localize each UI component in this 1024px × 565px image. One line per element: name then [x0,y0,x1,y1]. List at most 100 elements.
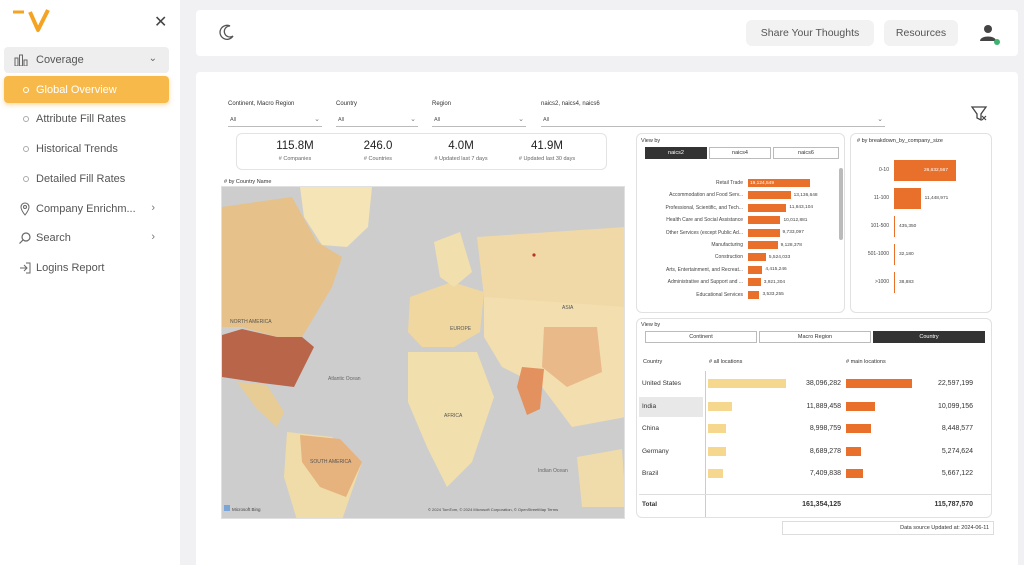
company-size-panel: # by breakdown_by_company_size 0-10 26,63… [850,133,992,313]
bar-label: Administrative and Support and ... [667,279,743,286]
sidebar-item-attribute-fill-rates[interactable]: Attribute Fill Rates [4,107,169,131]
map-attribution: © 2024 TomTom, © 2024 Microsoft Corporat… [428,507,558,512]
tab-continent[interactable]: Continent [645,331,757,343]
kpi-label: # Updated last 30 days [518,156,576,162]
total-label: Total [642,501,658,508]
sidebar-item-label: Historical Trends [36,143,118,155]
chevron-down-icon: ⌄ [148,53,157,64]
column-divider [705,371,706,517]
country-name: Brazil [642,470,659,477]
kpi-value: 41.9M [531,140,563,152]
bar [894,216,895,237]
bar-main-locations [846,469,863,478]
column-header-all-locations[interactable]: # all locations [709,359,742,365]
bar-label: Professional, Scientific, and Tech... [665,204,743,211]
tab-country[interactable]: Country [873,331,985,343]
search-icon [19,232,31,244]
country-name: India [642,402,657,410]
sidebar-item-label: Detailed Fill Rates [36,173,126,185]
tab-naics2[interactable]: naics2 [645,147,707,159]
login-icon [20,262,31,274]
sidebar-item-label: Attribute Fill Rates [36,113,126,125]
bar-label: 0-10 [878,167,889,173]
world-map[interactable]: NORTH AMERICA SOUTH AMERICA EUROPE ASIA … [221,186,625,519]
bar-value: 32,180 [899,252,914,257]
tab-naics4[interactable]: naics4 [709,147,771,159]
sidebar-item-label: Company Enrichm... [36,203,136,215]
filter-value: All [338,117,345,123]
sidebar-item-historical-trends[interactable]: Historical Trends [4,137,169,161]
bar [748,203,787,212]
bar [748,278,761,287]
map-marker [532,253,536,257]
bar [748,253,766,262]
sidebar-item-label: Search [36,232,71,244]
bar-label: 101-500 [870,223,889,229]
filter-label-naics: naics2, naics4, naics6 [541,101,600,107]
bar-value: 9,128,378 [780,242,802,248]
bar-main-locations [846,424,871,433]
bar-main-locations [846,446,862,456]
all-locations-value: 38,096,282 [805,380,841,387]
sidebar-item-global-overview[interactable]: Global Overview [4,76,169,103]
map-australia [577,449,624,507]
main-locations-value: 5,667,122 [941,470,973,477]
kpi-label: # Countries [363,156,393,162]
bar-value: 3,921,304 [763,279,786,285]
bullet-icon [23,176,29,182]
filter-country-select[interactable]: All ⌄ [336,114,418,127]
sidebar-item-detailed-fill-rates[interactable]: Detailed Fill Rates [4,167,169,191]
sidebar-item-logins-report[interactable]: Logins Report [4,256,169,280]
country-panel: View by Continent Macro Region Country C… [636,318,992,518]
filter-region-select[interactable]: All ⌄ [432,114,526,127]
bullet-icon [23,87,29,93]
main-locations-value: 10,099,156 [937,402,973,410]
map-label-africa: AFRICA [444,413,463,419]
nav-coverage-label: Coverage [36,54,84,66]
total-divider [639,494,991,495]
sidebar-item-company-enrichment[interactable]: Company Enrichm... › [4,197,169,221]
chevron-down-icon: ⌄ [877,116,883,123]
filter-continent-select[interactable]: All ⌄ [228,114,322,127]
chevron-down-icon: ⌄ [518,116,524,123]
resources-button[interactable]: Resources [884,20,958,46]
filter-naics-select[interactable]: All ⌄ [541,114,885,127]
sidebar-item-search[interactable]: Search › [4,226,169,250]
top-bar: Share Your Thoughts Resources [196,10,1018,56]
industry-panel: View by naics2 naics4 naics6 Retail Trad… [636,133,845,313]
bar-all-locations [708,446,726,456]
column-header-country[interactable]: Country [643,359,662,365]
all-locations-value: 7,409,838 [809,470,841,477]
nav-coverage[interactable]: Coverage ⌄ [4,47,169,73]
bar-value: 435,350 [899,224,917,229]
filter-label-continent: Continent, Macro Region [228,101,295,107]
bar-main-locations [846,401,876,411]
chevron-down-icon: ⌄ [314,116,320,123]
clear-filter-icon[interactable] [970,105,988,123]
kpi-value: 115.8M [276,140,314,152]
tab-naics6[interactable]: naics6 [773,147,839,159]
bar-value: 3,533,255 [762,292,784,298]
kpi-updated-30: 41.9M # Updated last 30 days [507,140,587,162]
all-locations-value: 8,689,278 [809,447,841,455]
scrollbar[interactable] [839,168,843,240]
theme-toggle-icon[interactable] [218,23,236,41]
main-locations-value: 8,448,577 [941,425,973,432]
chevron-right-icon: › [151,202,155,214]
tab-macro-region[interactable]: Macro Region [759,331,871,343]
bar-label: >1000 [874,279,889,285]
main-locations-value: 5,274,624 [941,447,973,455]
bar [748,228,780,237]
close-icon[interactable]: ✕ [154,12,167,32]
country-view-by-label: View by [641,322,661,328]
total-main-locations: 115,787,570 [934,501,973,508]
sidebar-item-label: Global Overview [36,83,117,96]
column-header-main-locations[interactable]: # main locations [846,359,886,365]
bar-label: Retail Trade [716,180,743,186]
share-thoughts-button[interactable]: Share Your Thoughts [746,20,874,46]
map-bing-label: Microsoft Bing [232,507,261,512]
main-locations-value: 22,597,199 [937,380,973,387]
filter-label-country: Country [336,101,358,107]
kpi-value: 246.0 [363,140,393,152]
bar [894,244,895,265]
